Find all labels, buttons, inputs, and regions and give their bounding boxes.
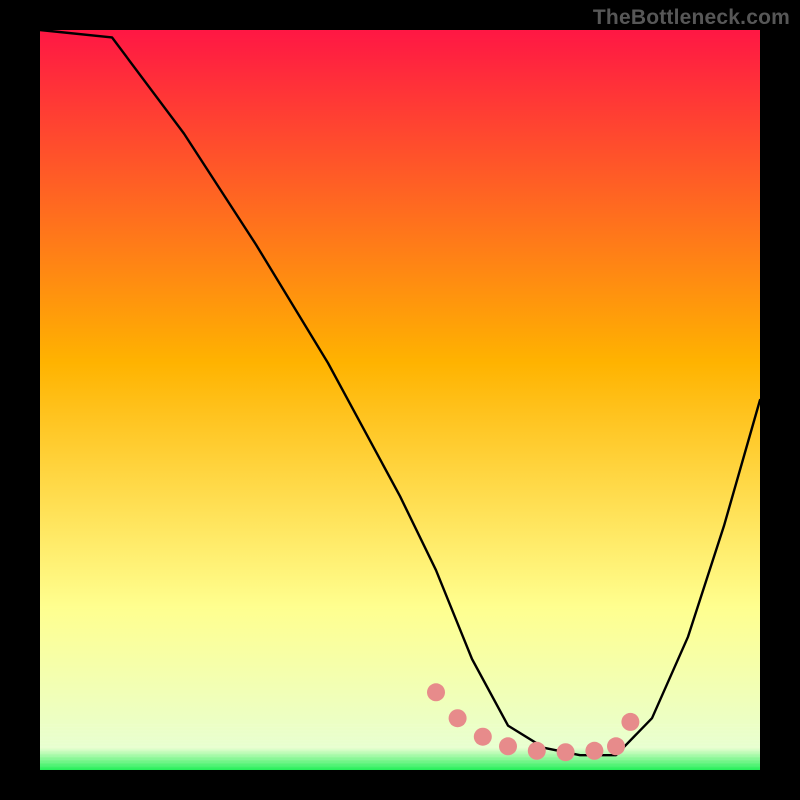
trough-marker xyxy=(585,742,603,760)
trough-marker xyxy=(474,728,492,746)
plot-area xyxy=(40,30,760,770)
watermark-text: TheBottleneck.com xyxy=(593,6,790,30)
trough-marker xyxy=(449,709,467,727)
trough-marker xyxy=(621,713,639,731)
chart-canvas: TheBottleneck.com xyxy=(0,0,800,800)
trough-marker xyxy=(499,737,517,755)
trough-marker xyxy=(607,737,625,755)
chart-svg xyxy=(0,0,800,800)
trough-marker xyxy=(528,742,546,760)
trough-marker xyxy=(557,743,575,761)
trough-marker xyxy=(427,683,445,701)
